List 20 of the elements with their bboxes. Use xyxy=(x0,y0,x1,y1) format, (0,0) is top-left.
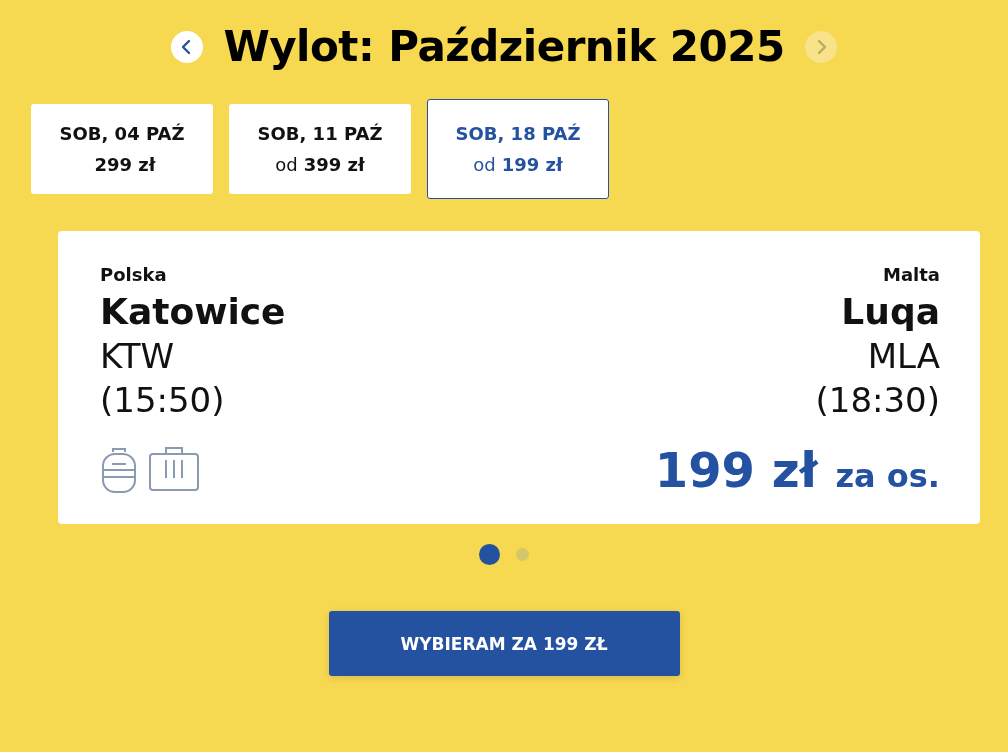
pagination-dot[interactable] xyxy=(516,548,529,561)
country-label: Malta xyxy=(883,264,940,285)
departure-time: (18:30) xyxy=(815,380,940,420)
city-name: Luqa xyxy=(841,291,940,332)
previous-month-button[interactable] xyxy=(171,30,204,63)
airport-code: KTW xyxy=(100,336,176,376)
price-unit: za os. xyxy=(835,457,940,495)
country-label: Polska xyxy=(100,264,168,285)
city-name: Katowice xyxy=(100,291,286,332)
date-tab[interactable]: SOB, 04 PAŹ 299 zł xyxy=(31,104,213,194)
backpack-icon xyxy=(100,446,138,494)
airport-code: MLA xyxy=(867,336,940,376)
date-tab[interactable]: SOB, 11 PAŹ od 399 zł xyxy=(229,104,411,194)
select-button[interactable]: WYBIERAM ZA 199 ZŁ xyxy=(328,611,680,676)
price: 199 zł xyxy=(654,442,818,498)
suitcase-icon xyxy=(148,446,200,492)
pagination-dot[interactable] xyxy=(479,544,500,565)
date-tab[interactable]: SOB, 18 PAŹ od 199 zł xyxy=(427,99,609,199)
month-title: Wylot: Październik 2025 xyxy=(223,22,785,71)
departure-time: (15:50) xyxy=(100,380,226,420)
